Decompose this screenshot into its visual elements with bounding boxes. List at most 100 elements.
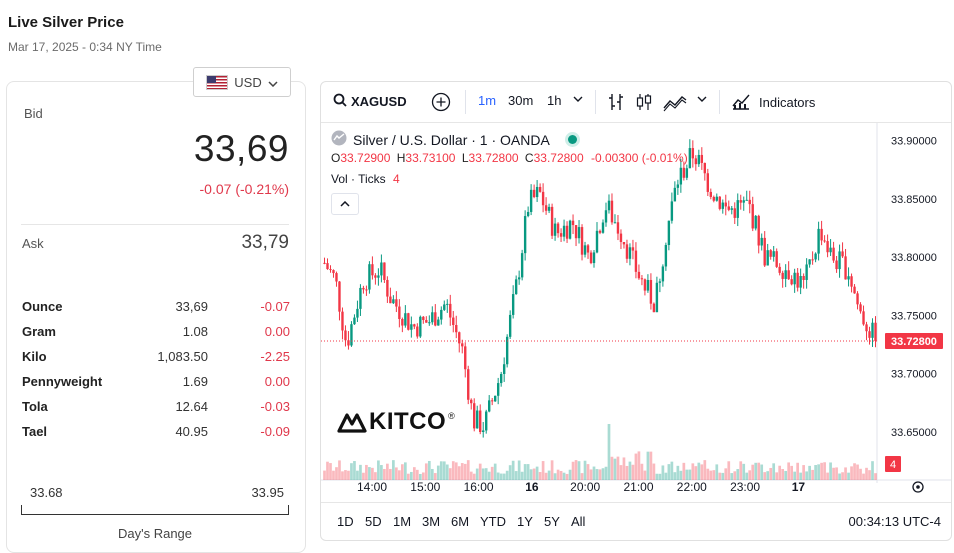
volume-bar <box>664 472 668 480</box>
candle-body <box>574 225 578 239</box>
interval-30m[interactable]: 30m <box>508 93 533 108</box>
symbol-search[interactable]: XAGUSD <box>333 93 407 110</box>
volume-bar <box>787 462 791 480</box>
range-3m[interactable]: 3M <box>422 514 440 529</box>
candle-body <box>601 222 605 233</box>
volume-bar <box>826 472 829 480</box>
volume-bar <box>652 463 656 480</box>
candle-body <box>383 262 386 280</box>
candle-body <box>479 410 482 432</box>
unit-row-pennyweight: Pennyweight 1.69 0.00 <box>22 374 290 396</box>
volume-bar <box>613 458 617 480</box>
volume-bar <box>832 467 835 480</box>
unit-change: 0.00 <box>264 324 290 339</box>
candle-body <box>386 279 389 297</box>
range-6m[interactable]: 6M <box>451 514 469 529</box>
candle-body <box>787 270 790 280</box>
kitco-mark-icon <box>337 413 367 433</box>
volume-bar <box>421 472 425 480</box>
volume-bar <box>688 469 692 480</box>
candle-body <box>718 196 721 209</box>
candle-body <box>679 167 683 185</box>
volume-bar <box>772 463 776 480</box>
clock[interactable]: 00:34:13 UTC-4 <box>849 514 942 529</box>
currency-select[interactable]: USD <box>193 67 291 97</box>
ohlc-legend: O33.72900 H33.73100 L33.72800 C33.72800 … <box>331 151 688 165</box>
candle-body <box>646 279 650 291</box>
candle-body <box>736 200 739 218</box>
volume-bar <box>598 469 602 480</box>
kitco-wordmark: KITCO <box>369 408 447 435</box>
interval-1h[interactable]: 1h <box>547 93 561 108</box>
indicators-button[interactable]: Indicators <box>731 92 815 113</box>
candle-body <box>730 208 733 210</box>
interval-1m[interactable]: 1m <box>478 93 496 108</box>
volume-bar <box>392 460 395 480</box>
volume-bar <box>679 470 683 480</box>
collapse-legend-button[interactable] <box>331 193 359 215</box>
candle-body <box>643 279 647 291</box>
y-tick-label: 33.75000 <box>891 310 937 322</box>
volume-bar <box>823 462 826 480</box>
open-label: O <box>331 151 341 165</box>
volume-bar <box>398 470 401 480</box>
candle-body <box>622 241 626 245</box>
candle-body <box>781 272 784 279</box>
volume-bar <box>676 465 680 480</box>
candle-body <box>631 247 635 251</box>
range-1m[interactable]: 1M <box>393 514 411 529</box>
candle-body <box>550 206 554 236</box>
price-chart[interactable]: 33.90000 33.85000 33.80000 33.75000 33.70000… <box>321 123 951 502</box>
candle-body <box>871 322 874 338</box>
candle-body <box>832 247 835 261</box>
compare-button[interactable] <box>431 92 451 115</box>
chevron-down-icon[interactable] <box>697 96 707 102</box>
candle-body <box>775 251 778 267</box>
area-chart-icon[interactable] <box>663 92 687 112</box>
y-tick-label: 33.80000 <box>891 252 937 264</box>
volume-bar <box>619 465 623 480</box>
unit-value: 1.08 <box>182 324 208 339</box>
volume-bar <box>529 469 533 480</box>
bid-label: Bid <box>24 106 43 121</box>
range-1d[interactable]: 1D <box>337 514 354 529</box>
volume-bar <box>622 457 626 480</box>
volume-bar <box>329 463 332 480</box>
range-ytd[interactable]: YTD <box>480 514 506 529</box>
volume-bar <box>784 470 788 480</box>
x-tick-label: 15:00 <box>410 480 440 494</box>
candle-body <box>709 191 712 197</box>
candle-body <box>691 148 695 159</box>
volume-bar <box>685 469 689 480</box>
bars-icon[interactable] <box>607 92 625 112</box>
candle-body <box>805 264 808 280</box>
x-tick-label: 16:00 <box>464 480 494 494</box>
volume-bar <box>514 471 518 480</box>
candle-body <box>562 225 566 237</box>
candle-body <box>419 316 422 337</box>
volume-bar <box>838 473 841 480</box>
volume-bar <box>439 461 443 480</box>
candle-body <box>371 264 374 276</box>
range-all[interactable]: All <box>571 514 585 529</box>
volume-bar <box>589 469 593 480</box>
high-value: 33.73100 <box>405 151 456 165</box>
chevron-down-icon[interactable] <box>573 96 583 102</box>
candle-body <box>356 308 359 318</box>
candle-body <box>829 247 832 253</box>
x-tick-label: 20:00 <box>570 480 600 494</box>
candles-icon[interactable] <box>635 92 653 112</box>
candle-body <box>739 200 742 203</box>
range-5y[interactable]: 5Y <box>544 514 560 529</box>
candle-body <box>715 196 718 201</box>
candle-body <box>377 275 380 278</box>
range-1y[interactable]: 1Y <box>517 514 533 529</box>
volume-bar <box>475 468 479 480</box>
kitco-logo: KITCO ® <box>337 408 455 436</box>
candle-body <box>802 275 805 280</box>
divider <box>465 90 466 114</box>
candle-body <box>727 206 730 210</box>
range-5d[interactable]: 5D <box>365 514 382 529</box>
volume-bar <box>817 464 820 480</box>
volume-bar <box>841 472 844 480</box>
